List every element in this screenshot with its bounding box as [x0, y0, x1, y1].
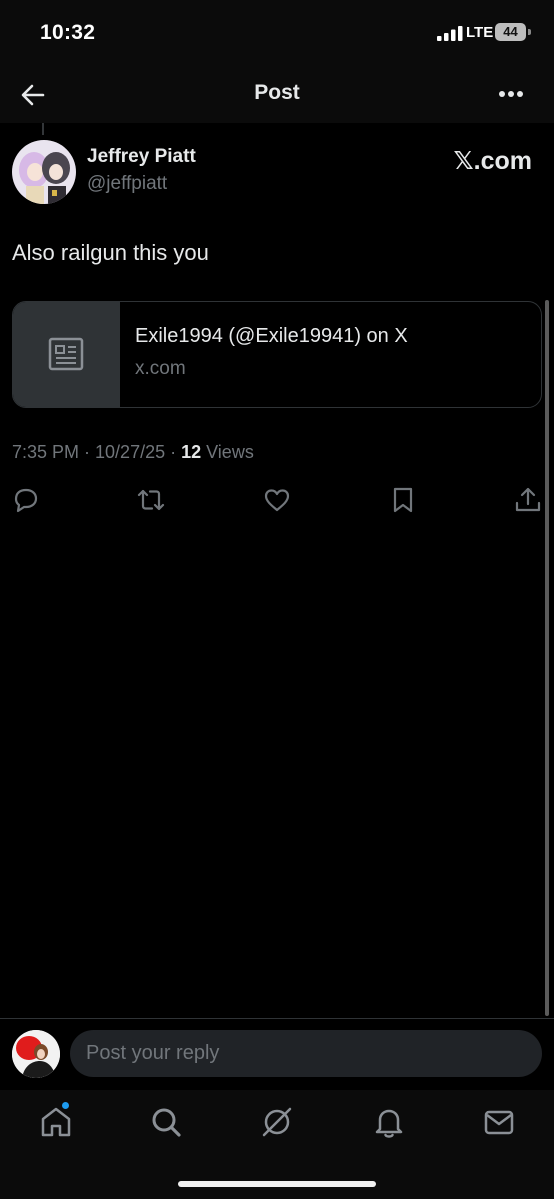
- link-card-domain: x.com: [135, 358, 186, 379]
- reply-input[interactable]: [70, 1030, 542, 1077]
- header: Post: [0, 66, 554, 123]
- notifications-icon[interactable]: [371, 1104, 407, 1140]
- like-icon[interactable]: [261, 484, 293, 516]
- author-handle[interactable]: @jeffpiatt: [87, 173, 167, 195]
- post-text: Also railgun this you: [12, 240, 209, 265]
- action-bar: [0, 484, 554, 518]
- author-name[interactable]: Jeffrey Piatt: [87, 146, 196, 168]
- reply-icon[interactable]: [10, 484, 42, 516]
- avatar-image: [12, 140, 76, 204]
- grok-icon[interactable]: [259, 1104, 295, 1140]
- link-card[interactable]: Exile1994 (@Exile19941) on X x.com: [12, 301, 542, 408]
- source-label: 𝕏.com: [453, 147, 533, 175]
- link-card-thumbnail: [13, 302, 120, 407]
- reply-composer: [0, 1018, 554, 1091]
- author-avatar[interactable]: [12, 140, 76, 204]
- post-meta: 7:35 PM · 10/27/25 · 12 Views: [12, 442, 254, 463]
- messages-icon[interactable]: [481, 1104, 517, 1140]
- page-title: Post: [254, 81, 300, 104]
- more-horizontal-icon[interactable]: [492, 78, 532, 110]
- home-notification-dot: [62, 1102, 69, 1109]
- status-bar: 10:32 LTE 44: [0, 0, 554, 66]
- share-icon[interactable]: [512, 484, 544, 516]
- home-icon[interactable]: [38, 1104, 74, 1140]
- repost-icon[interactable]: [135, 484, 167, 516]
- search-icon[interactable]: [148, 1104, 184, 1140]
- scrollbar[interactable]: [545, 300, 549, 1016]
- user-avatar[interactable]: [12, 1030, 60, 1078]
- battery-icon: 44: [495, 23, 526, 41]
- bookmark-icon[interactable]: [387, 484, 419, 516]
- signal-icon: [437, 26, 463, 41]
- status-time: 10:32: [40, 21, 96, 44]
- post-timestamp: 7:35 PM · 10/27/25 ·: [12, 442, 182, 462]
- link-card-title: Exile1994 (@Exile19941) on X: [135, 325, 408, 347]
- thread-connector: [42, 123, 44, 135]
- views-count[interactable]: 12: [181, 442, 201, 462]
- user-avatar-image: [12, 1030, 60, 1078]
- network-label: LTE: [466, 24, 494, 41]
- home-indicator[interactable]: [178, 1181, 376, 1187]
- article-icon: [48, 337, 84, 371]
- battery-tip: [528, 29, 531, 35]
- views-label: Views: [201, 442, 254, 462]
